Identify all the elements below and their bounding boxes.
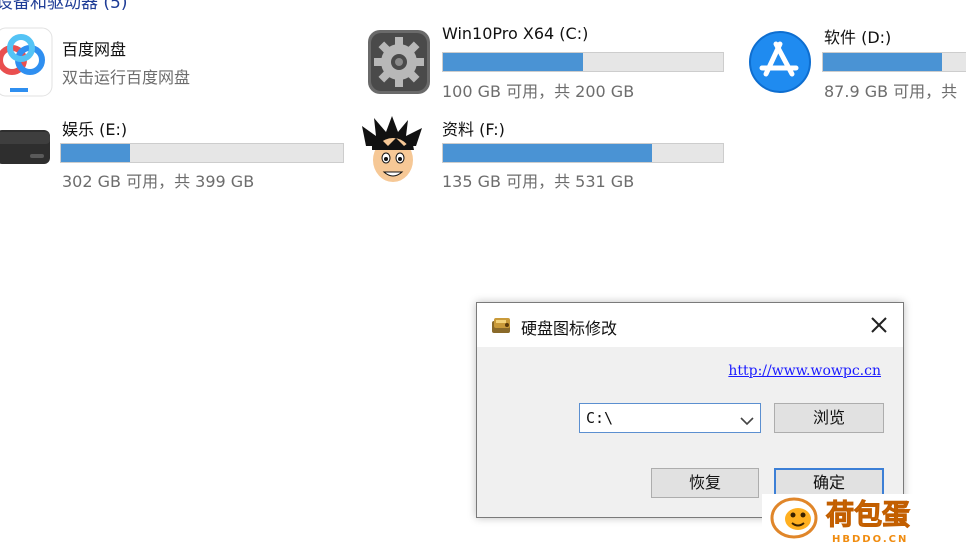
drive-usage-fill [443,144,652,162]
drive-usage-fill [823,53,942,71]
drive-e[interactable]: 娱乐 (E:) 302 GB 可用，共 399 GB [0,108,350,198]
drive-usage-fill [443,53,583,71]
drive-usage-bar [60,143,344,163]
restore-button[interactable]: 恢复 [651,468,759,498]
dialog-titlebar[interactable]: 硬盘图标修改 [477,303,903,347]
drive-name: Win10Pro X64 (C:) [442,24,589,43]
baidu-netdisk-icon [0,26,54,98]
drive-usage-text: 135 GB 可用，共 531 GB [442,172,635,191]
drive-usage-bar [822,52,966,72]
drive-usage-bar [442,52,724,72]
system-gear-icon [366,28,432,96]
drive-select[interactable]: C:\ [579,403,761,433]
drive-d[interactable]: 软件 (D:) 87.9 GB 可用，共 [748,0,966,101]
drive-f[interactable]: 资料 (F:) 135 GB 可用，共 531 GB [360,108,730,198]
watermark-text: 荷包蛋 [826,498,910,531]
watermark-subtext: HBDDO.CN [832,534,908,545]
app-icon [491,315,513,335]
drive-c[interactable]: Win10Pro X64 (C:) 100 GB 可用，共 200 GB [366,0,736,101]
browse-button[interactable]: 浏览 [774,403,884,433]
chevron-down-icon [740,412,754,431]
drive-name: 资料 (F:) [442,120,505,139]
drive-baidu-netdisk[interactable]: 百度网盘 双击运行百度网盘 [0,0,340,100]
disk-icon-editor-dialog: 硬盘图标修改 http://www.wowpc.cn C:\ 浏览 恢复 确定 [476,302,904,518]
drive-usage-fill [61,144,130,162]
drive-usage-text: 100 GB 可用，共 200 GB [442,82,635,101]
drive-usage-bar [442,143,724,163]
app-store-icon [748,30,812,94]
drive-name: 软件 (D:) [824,28,892,47]
drive-select-value: C:\ [586,409,614,427]
watermark-logo: 荷包蛋 HBDDO.CN [762,494,966,546]
drive-subtitle: 双击运行百度网盘 [62,68,191,87]
drive-name: 娱乐 (E:) [62,120,128,139]
drive-usage-text: 87.9 GB 可用，共 [824,82,958,101]
drive-name: 百度网盘 [62,40,127,59]
cartoon-character-icon [360,116,426,188]
dialog-title: 硬盘图标修改 [521,319,618,338]
close-icon[interactable] [865,311,893,339]
hard-drive-icon [0,124,54,170]
website-link[interactable]: http://www.wowpc.cn [728,363,881,379]
drive-usage-text: 302 GB 可用，共 399 GB [62,172,255,191]
